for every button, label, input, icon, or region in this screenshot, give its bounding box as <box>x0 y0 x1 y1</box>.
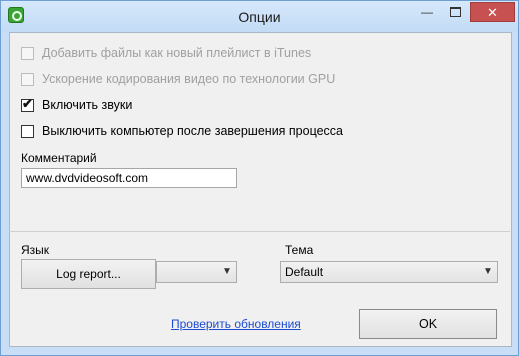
gpu-label: Ускорение кодирования видео по технологи… <box>42 72 336 86</box>
language-label: Язык <box>21 243 50 257</box>
ok-button[interactable]: OK <box>359 309 497 339</box>
maximize-icon <box>449 6 461 17</box>
checkmark-icon: ✔ <box>22 96 33 111</box>
close-button[interactable]: ✕ <box>470 2 515 22</box>
title-bar: Опции — ✕ <box>1 1 518 32</box>
theme-selected: Default <box>285 265 324 279</box>
sounds-label: Включить звуки <box>42 98 133 112</box>
gpu-checkbox[interactable] <box>21 73 34 86</box>
chevron-down-icon: ▼ <box>222 266 232 277</box>
shutdown-label: Выключить компьютер после завершения про… <box>42 124 344 138</box>
window-title: Опции <box>238 9 281 25</box>
bottom-panel: Язык Log report... ▼ Тема Default ▼ Пров… <box>9 232 512 347</box>
shutdown-checkbox[interactable] <box>21 125 34 138</box>
theme-select[interactable]: Default ▼ <box>280 261 498 283</box>
comment-input[interactable] <box>21 168 237 188</box>
language-select[interactable]: ▼ <box>156 261 237 283</box>
theme-label: Тема <box>285 243 314 257</box>
add-itunes-checkbox[interactable] <box>21 47 34 60</box>
check-updates-link[interactable]: Проверить обновления <box>171 317 301 331</box>
add-itunes-label: Добавить файлы как новый плейлист в iTun… <box>42 46 312 60</box>
comment-label: Комментарий <box>21 151 97 165</box>
log-report-button[interactable]: Log report... <box>21 259 156 289</box>
options-window: Опции — ✕ Добавить файлы как новый плейл… <box>0 0 519 356</box>
options-panel: Добавить файлы как новый плейлист в iTun… <box>9 32 512 233</box>
maximize-button[interactable] <box>442 2 468 22</box>
minimize-button[interactable]: — <box>414 2 440 22</box>
sounds-checkbox[interactable]: ✔ <box>21 96 34 112</box>
chevron-down-icon: ▼ <box>483 266 493 277</box>
